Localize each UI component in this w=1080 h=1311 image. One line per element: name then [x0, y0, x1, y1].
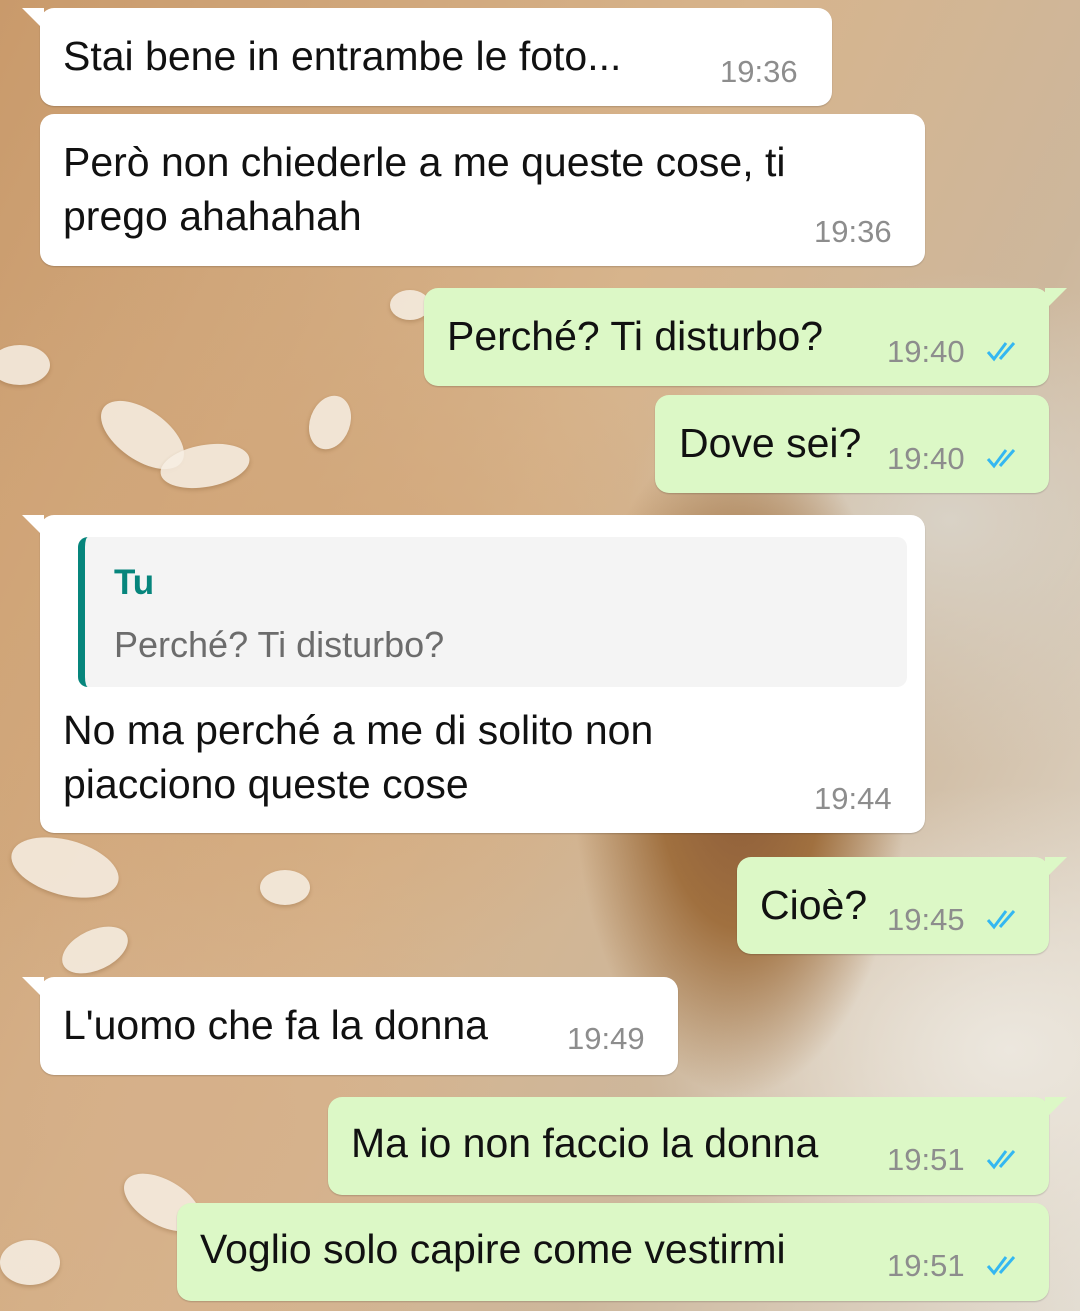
- message-timestamp: 19:40: [887, 334, 965, 369]
- message-bubble-outgoing[interactable]: Voglio solo capire come vestirmi 19:51: [177, 1203, 1049, 1301]
- message-text: Dove sei?: [679, 420, 862, 466]
- message-timestamp: 19:36: [720, 54, 798, 89]
- wallpaper-seed: [4, 826, 126, 909]
- message-bubble-incoming[interactable]: L'uomo che fa la donna 19:49: [22, 977, 678, 1075]
- message-bubble-outgoing[interactable]: Ma io non faccio la donna 19:51: [328, 1097, 1067, 1195]
- message-bubble-outgoing[interactable]: Perché? Ti disturbo? 19:40: [424, 288, 1067, 386]
- double-check-icon: [986, 1256, 1016, 1276]
- message-bubble-incoming-reply[interactable]: Tu Perché? Ti disturbo? No ma perché a m…: [22, 515, 925, 833]
- message-text: Ma io non faccio la donna: [351, 1120, 819, 1166]
- quoted-message[interactable]: Tu Perché? Ti disturbo?: [78, 537, 907, 687]
- message-text: Perché? Ti disturbo?: [447, 313, 824, 359]
- message-text-line: piacciono queste cose: [63, 761, 469, 807]
- message-timestamp: 19:51: [887, 1142, 965, 1177]
- quoted-author: Tu: [114, 563, 155, 602]
- message-timestamp: 19:49: [567, 1021, 645, 1056]
- message-bubble-incoming[interactable]: Stai bene in entrambe le foto... 19:36: [22, 8, 832, 106]
- message-bubble-outgoing[interactable]: Dove sei? 19:40: [655, 395, 1049, 493]
- message-timestamp: 19:44: [814, 781, 892, 816]
- message-timestamp: 19:45: [887, 902, 965, 937]
- message-text: Cioè?: [760, 882, 868, 928]
- message-bubble-outgoing[interactable]: Cioè? 19:45: [737, 857, 1067, 954]
- message-text-line: No ma perché a me di solito non: [63, 707, 654, 753]
- wallpaper-seed: [0, 1240, 60, 1285]
- double-check-icon: [986, 449, 1016, 469]
- message-timestamp: 19:40: [887, 441, 965, 476]
- quoted-text: Perché? Ti disturbo?: [114, 624, 445, 665]
- message-text: Stai bene in entrambe le foto...: [63, 33, 622, 79]
- wallpaper-seed: [0, 345, 50, 385]
- wallpaper-seed: [301, 389, 359, 456]
- message-timestamp: 19:51: [887, 1248, 965, 1283]
- message-timestamp: 19:36: [814, 214, 892, 249]
- double-check-icon: [986, 1150, 1016, 1170]
- message-text-line: prego ahahahah: [63, 193, 362, 239]
- message-text: Voglio solo capire come vestirmi: [200, 1226, 786, 1272]
- message-text: L'uomo che fa la donna: [63, 1002, 488, 1048]
- wallpaper-seed: [54, 917, 136, 983]
- double-check-icon: [986, 342, 1016, 362]
- double-check-icon: [986, 910, 1016, 930]
- wallpaper-seed: [260, 870, 310, 905]
- message-text-line: Però non chiederle a me queste cose, ti: [63, 139, 786, 185]
- message-bubble-incoming[interactable]: Però non chiederle a me queste cose, ti …: [40, 114, 925, 266]
